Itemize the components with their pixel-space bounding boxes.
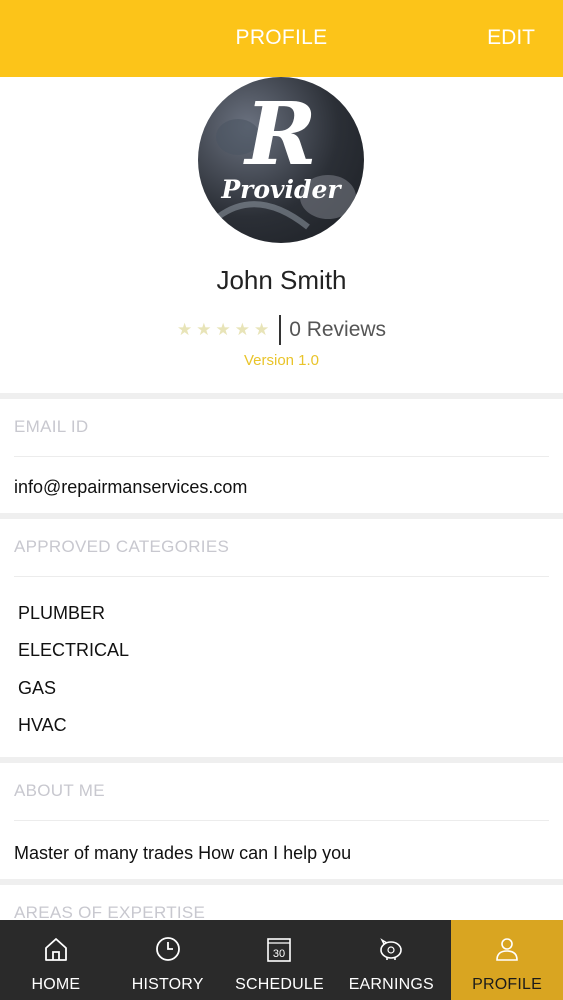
nav-item-earnings[interactable]: EARNINGS [335, 920, 447, 1000]
expertise-section: AREAS OF EXPERTISE [0, 885, 563, 920]
reviews-count[interactable]: 0 Reviews [289, 318, 386, 342]
nav-label: PROFILE [472, 976, 543, 993]
category-item: PLUMBER [18, 603, 106, 623]
star-icon: ★ [176, 320, 193, 339]
profile-summary: R Provider John Smith ★ ★ ★ ★ ★ 0 Review… [0, 77, 563, 393]
separator [14, 456, 549, 457]
avatar-subtitle: Provider [221, 175, 341, 204]
avatar: R Provider [198, 77, 364, 243]
expertise-label: AREAS OF EXPERTISE [14, 903, 206, 920]
category-item: GAS [18, 678, 57, 698]
separator [14, 576, 549, 577]
star-icon: ★ [253, 320, 270, 339]
avatar-letter: R [245, 84, 317, 185]
star-rating: ★ ★ ★ ★ ★ [177, 320, 269, 340]
rating-divider [279, 315, 282, 345]
category-item: HVAC [18, 715, 67, 735]
piggy-bank-icon [380, 938, 403, 960]
email-section: EMAIL ID info@repairmanservices.com [0, 399, 563, 513]
bottom-navigation: HOME HISTORY 30 SCHEDULE EARNINGS PROFIL… [0, 920, 563, 1000]
star-icon: ★ [234, 320, 250, 339]
categories-section: APPROVED CATEGORIES PLUMBER ELECTRICAL G… [0, 519, 563, 757]
nav-label: HISTORY [131, 976, 204, 993]
star-icon: ★ [196, 320, 212, 339]
star-icon: ★ [215, 320, 231, 339]
nav-label: EARNINGS [348, 976, 434, 993]
top-app-bar: PROFILE EDIT [0, 0, 563, 77]
email-label: EMAIL ID [14, 417, 89, 436]
clock-icon [155, 937, 180, 961]
home-icon [44, 938, 67, 961]
person-icon [496, 938, 518, 961]
nav-item-profile[interactable]: PROFILE [451, 920, 563, 1000]
provider-name: John Smith [216, 265, 347, 295]
nav-label: SCHEDULE [235, 976, 324, 993]
version-text: Version 1.0 [243, 352, 320, 369]
nav-item-home[interactable]: HOME [0, 920, 112, 1000]
edit-button[interactable]: EDIT [487, 26, 535, 50]
rating-row: ★ ★ ★ ★ ★ 0 Reviews [0, 315, 563, 345]
nav-item-history[interactable]: HISTORY [112, 920, 224, 1000]
nav-label: HOME [31, 976, 81, 993]
page-title: PROFILE [235, 26, 328, 49]
separator [14, 820, 549, 821]
categories-label: APPROVED CATEGORIES [14, 537, 230, 556]
about-value: Master of many trades How can I help you [14, 843, 352, 863]
calendar-icon: 30 [267, 938, 292, 962]
category-item: ELECTRICAL [18, 640, 130, 660]
about-label: ABOUT ME [14, 781, 105, 800]
email-value: info@repairmanservices.com [14, 477, 248, 497]
calendar-day-text: 30 [273, 948, 285, 960]
nav-item-schedule[interactable]: 30 SCHEDULE [224, 920, 336, 1000]
about-section: ABOUT ME Master of many trades How can I… [0, 763, 563, 879]
